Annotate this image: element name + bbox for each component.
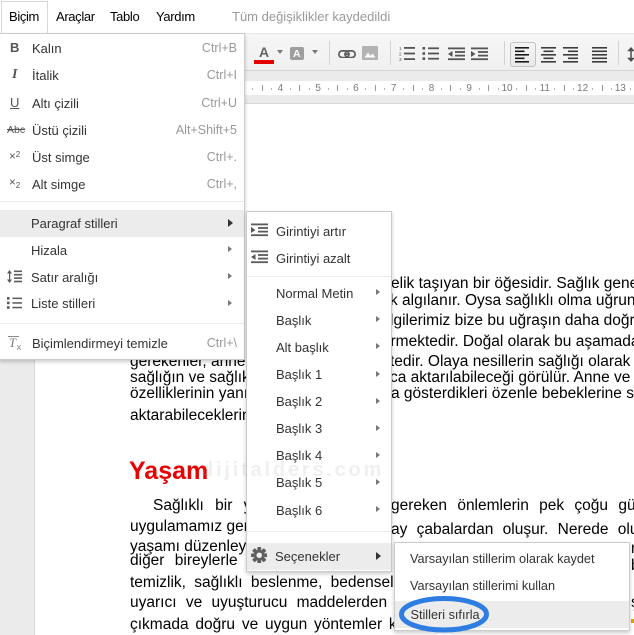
- svg-text:3: 3: [399, 57, 402, 61]
- svg-text:1: 1: [399, 46, 402, 51]
- svg-text:2: 2: [399, 52, 402, 57]
